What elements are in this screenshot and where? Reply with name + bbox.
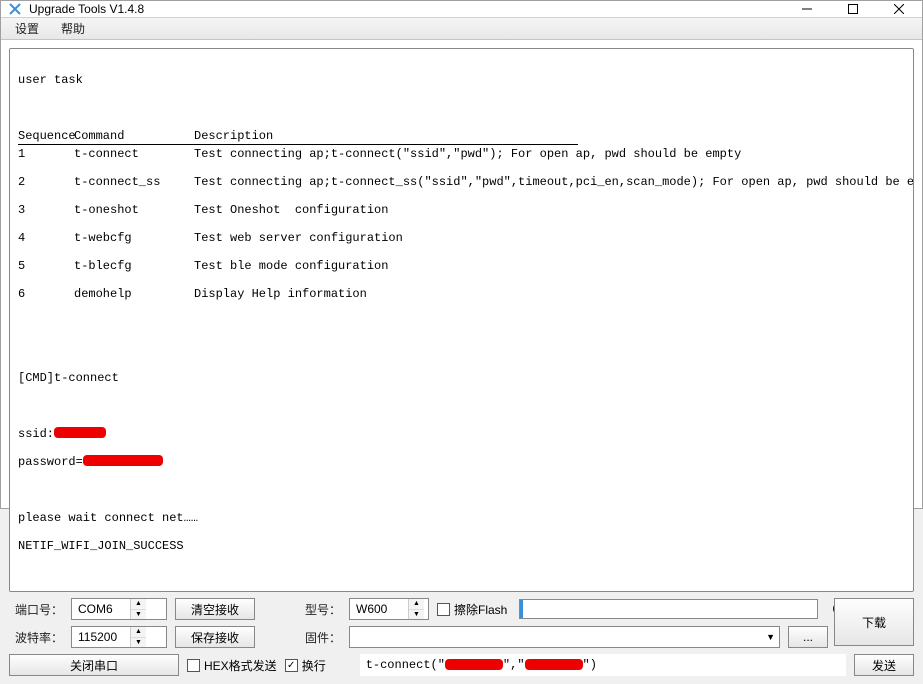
- controls-panel: 端口号： COM6 ▲▼ 清空接收 型号： W600 ▲▼ 擦除Flash: [9, 598, 914, 676]
- redacted-password: [83, 455, 163, 466]
- redacted-cmd-arg2: [525, 659, 583, 670]
- progress-bar: [519, 599, 818, 619]
- content-area: user task SequenceCommandDescription 1t-…: [1, 40, 922, 684]
- term-header: user task: [18, 73, 905, 87]
- model-label: 型号：: [301, 601, 341, 618]
- port-select[interactable]: COM6 ▲▼: [71, 598, 167, 620]
- cmd-echo: [CMD]t-connect: [18, 371, 905, 385]
- download-button[interactable]: 下载: [834, 598, 914, 646]
- terminal-output[interactable]: user task SequenceCommandDescription 1t-…: [9, 48, 914, 592]
- password-line: password=: [18, 455, 905, 469]
- model-select[interactable]: W600 ▲▼: [349, 598, 429, 620]
- menubar: 设置 帮助: [1, 18, 922, 40]
- baud-select[interactable]: 115200 ▲▼: [71, 626, 167, 648]
- table-row: 4t-webcfgTest web server configuration: [18, 231, 905, 245]
- table-row: 3t-oneshotTest Oneshot configuration: [18, 203, 905, 217]
- close-port-button[interactable]: 关闭串口: [9, 654, 179, 676]
- menu-settings[interactable]: 设置: [11, 18, 43, 39]
- save-recv-button[interactable]: 保存接收: [175, 626, 255, 648]
- table-row: 6demohelpDisplay Help information: [18, 287, 905, 301]
- port-label: 端口号：: [9, 601, 63, 618]
- table-row: 1t-connectTest connecting ap;t-connect("…: [18, 147, 905, 161]
- app-icon: [7, 1, 23, 17]
- command-input[interactable]: t-connect("",""): [360, 654, 846, 676]
- titlebar: Upgrade Tools V1.4.8: [1, 1, 922, 18]
- baud-label: 波特率：: [9, 629, 63, 646]
- hex-send-checkbox[interactable]: HEX格式发送: [187, 657, 277, 674]
- window-title: Upgrade Tools V1.4.8: [29, 2, 784, 16]
- erase-flash-checkbox[interactable]: 擦除Flash: [437, 601, 507, 618]
- close-button[interactable]: [876, 1, 922, 17]
- table-row: 2t-connect_ssTest connecting ap;t-connec…: [18, 175, 905, 189]
- firmware-label: 固件：: [301, 629, 341, 646]
- redacted-ssid: [54, 427, 106, 438]
- firmware-path-input[interactable]: ▼: [349, 626, 780, 648]
- table-row: 5t-blecfgTest ble mode configuration: [18, 259, 905, 273]
- minimize-button[interactable]: [784, 1, 830, 17]
- result-line: NETIF_WIFI_JOIN_SUCCESS: [18, 539, 905, 553]
- ssid-line: ssid:: [18, 427, 905, 441]
- redacted-cmd-arg1: [445, 659, 503, 670]
- clear-recv-button[interactable]: 清空接收: [175, 598, 255, 620]
- newline-checkbox[interactable]: ✓ 换行: [285, 657, 326, 674]
- menu-help[interactable]: 帮助: [57, 18, 89, 39]
- window-buttons: [784, 1, 922, 17]
- app-window: Upgrade Tools V1.4.8 设置 帮助 user task Seq…: [0, 0, 923, 509]
- wait-line: please wait connect net……: [18, 511, 905, 525]
- term-table-header: SequenceCommandDescription: [18, 129, 578, 145]
- maximize-button[interactable]: [830, 1, 876, 17]
- send-button[interactable]: 发送: [854, 654, 914, 676]
- browse-button[interactable]: ...: [788, 626, 828, 648]
